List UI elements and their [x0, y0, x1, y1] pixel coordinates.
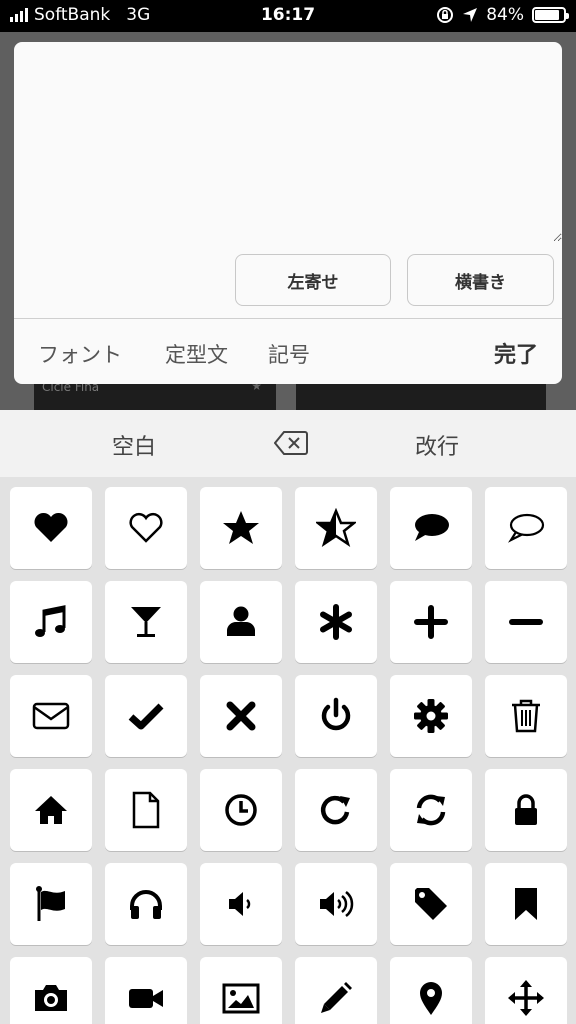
- symbol-key-star[interactable]: [200, 487, 282, 569]
- symbol-key-video-camera[interactable]: [105, 957, 187, 1024]
- gear-icon: [414, 699, 448, 733]
- symbol-key-move[interactable]: [485, 957, 567, 1024]
- speech-bubble-icon: [415, 514, 449, 541]
- symbol-key-map-pin[interactable]: [390, 957, 472, 1024]
- text-editor-dialog: 左寄せ 横書き フォント 定型文 記号 完了: [14, 42, 562, 384]
- symbol-keyboard: 空白 改行: [0, 410, 576, 1024]
- symbol-key-plus[interactable]: [390, 581, 472, 663]
- symbol-key-flag[interactable]: [10, 863, 92, 945]
- speech-bubble-outline-icon: [507, 513, 545, 543]
- status-bar: SoftBank 3G 16:17 84%: [0, 0, 576, 32]
- symbol-key-gear[interactable]: [390, 675, 472, 757]
- tab-template[interactable]: 定型文: [165, 339, 228, 369]
- done-button[interactable]: 完了: [494, 337, 538, 369]
- symbol-key-redo[interactable]: [295, 769, 377, 851]
- battery-icon: [532, 7, 569, 23]
- orientation-lock-icon: [437, 7, 454, 23]
- power-icon: [321, 697, 351, 731]
- heart-icon: [34, 512, 68, 542]
- camera-icon: [35, 985, 67, 1011]
- flag-icon: [36, 886, 65, 921]
- document-icon: [132, 791, 160, 829]
- symbol-key-speech-bubble[interactable]: [390, 487, 472, 569]
- symbol-key-trash[interactable]: [485, 675, 567, 757]
- cocktail-glass-icon: [131, 607, 161, 637]
- symbol-key-x-mark[interactable]: [200, 675, 282, 757]
- symbol-key-document[interactable]: [105, 769, 187, 851]
- symbol-key-heart[interactable]: [10, 487, 92, 569]
- user-icon: [227, 606, 255, 636]
- redo-icon: [320, 795, 350, 825]
- music-note-icon: [35, 605, 66, 637]
- symbol-key-home[interactable]: [10, 769, 92, 851]
- star-half-icon: [316, 508, 356, 547]
- symbol-key-image[interactable]: [200, 957, 282, 1024]
- star-icon: [223, 511, 259, 544]
- symbol-key-asterisk[interactable]: [295, 581, 377, 663]
- symbol-key-user[interactable]: [200, 581, 282, 663]
- bookmark-icon: [515, 888, 537, 920]
- checkmark-icon: [128, 703, 164, 730]
- home-icon: [35, 796, 67, 824]
- symbol-key-camera[interactable]: [10, 957, 92, 1024]
- tag-icon: [415, 888, 447, 920]
- headphones-icon: [130, 890, 162, 919]
- symbol-key-pencil[interactable]: [295, 957, 377, 1024]
- symbol-key-lock[interactable]: [485, 769, 567, 851]
- symbol-key-minus[interactable]: [485, 581, 567, 663]
- symbol-key-clock[interactable]: [200, 769, 282, 851]
- symbol-key-envelope[interactable]: [10, 675, 92, 757]
- status-right: 84%: [436, 5, 569, 25]
- symbol-key-star-half[interactable]: [295, 487, 377, 569]
- x-mark-icon: [226, 701, 256, 731]
- envelope-icon: [32, 702, 70, 730]
- symbol-key-speaker-high[interactable]: [295, 863, 377, 945]
- speaker-high-icon: [320, 891, 354, 917]
- video-camera-icon: [129, 989, 163, 1008]
- plus-icon: [414, 605, 448, 639]
- symbol-key-power[interactable]: [295, 675, 377, 757]
- backspace-icon[interactable]: [274, 430, 308, 456]
- lock-icon: [515, 794, 537, 825]
- minus-icon: [509, 619, 543, 625]
- text-input-area[interactable]: [14, 42, 562, 242]
- symbol-key-speech-bubble-outline[interactable]: [485, 487, 567, 569]
- map-pin-icon: [420, 982, 442, 1015]
- refresh-icon: [416, 794, 446, 826]
- tab-symbols[interactable]: 記号: [268, 339, 310, 369]
- symbol-key-cocktail[interactable]: [105, 581, 187, 663]
- speaker-low-icon: [229, 892, 251, 916]
- clock-icon: [225, 794, 257, 826]
- space-key[interactable]: 空白: [112, 429, 156, 461]
- symbol-key-checkmark[interactable]: [105, 675, 187, 757]
- symbol-key-music-note[interactable]: [10, 581, 92, 663]
- return-key[interactable]: 改行: [415, 429, 459, 461]
- trash-icon: [512, 699, 540, 733]
- align-left-button[interactable]: 左寄せ: [235, 254, 391, 306]
- image-icon: [222, 983, 260, 1014]
- location-arrow-icon: [463, 8, 478, 22]
- tab-font[interactable]: フォント: [38, 339, 122, 369]
- symbol-key-refresh[interactable]: [390, 769, 472, 851]
- symbol-key-tag[interactable]: [390, 863, 472, 945]
- symbol-key-speaker-low[interactable]: [200, 863, 282, 945]
- symbol-key-bookmark[interactable]: [485, 863, 567, 945]
- battery-percent: 84%: [486, 5, 524, 25]
- pencil-icon: [321, 982, 352, 1013]
- heart-outline-icon: [129, 513, 163, 543]
- move-arrows-icon: [508, 980, 544, 1016]
- symbol-key-heart-outline[interactable]: [105, 487, 187, 569]
- asterisk-icon: [320, 604, 352, 640]
- horizontal-writing-button[interactable]: 横書き: [407, 254, 554, 306]
- symbol-key-headphones[interactable]: [105, 863, 187, 945]
- keyboard-action-bar: 空白 改行: [0, 410, 576, 477]
- editor-toolbar: フォント 定型文 記号 完了: [14, 319, 562, 384]
